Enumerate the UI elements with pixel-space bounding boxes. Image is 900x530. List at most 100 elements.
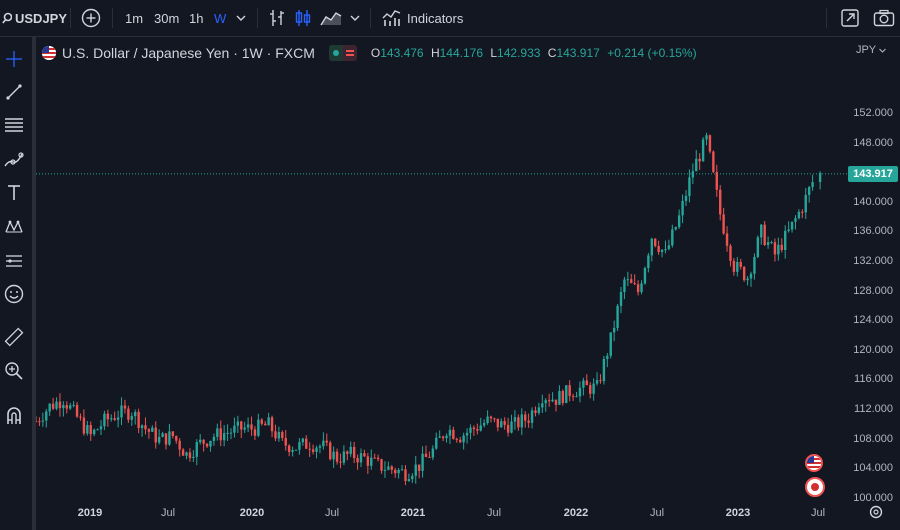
candle: [373, 453, 376, 459]
candle-body: [500, 421, 503, 428]
candle-body: [633, 283, 636, 285]
candle: [240, 420, 243, 439]
candle-body: [253, 429, 257, 436]
candle: [643, 266, 647, 285]
emoji-tool[interactable]: [0, 280, 28, 308]
candle-body: [595, 380, 599, 384]
crosshair-tool[interactable]: [0, 45, 28, 73]
brush-tool[interactable]: [0, 145, 28, 173]
candle: [58, 393, 62, 417]
candle: [86, 420, 89, 436]
zoom-tool[interactable]: [0, 357, 28, 385]
jp-flag-icon: [811, 483, 819, 491]
jp-event-marker[interactable]: [805, 477, 825, 497]
candle: [435, 432, 438, 450]
candle: [380, 458, 383, 474]
candle-body: [592, 383, 595, 394]
candle-body: [476, 429, 479, 431]
candle-body: [612, 327, 616, 333]
candle: [346, 450, 349, 461]
candle-body: [787, 229, 790, 231]
magnet-tool[interactable]: [0, 402, 28, 430]
candle: [339, 453, 342, 469]
horizontal-lines-icon: [5, 118, 23, 132]
price-axis[interactable]: JPY 152.000148.000144.000140.000136.0001…: [848, 37, 900, 507]
candle-body: [677, 215, 681, 228]
time-tick-label: Jul: [160, 507, 176, 519]
candle-body: [438, 436, 441, 438]
compare-add-button[interactable]: [81, 0, 101, 36]
candles-style-button[interactable]: [294, 0, 312, 36]
candle: [342, 445, 346, 466]
candle-body: [216, 428, 219, 437]
candle-body: [496, 418, 500, 428]
candle-body: [287, 445, 291, 452]
candle-body: [445, 435, 448, 439]
external-link-icon: [841, 9, 859, 27]
candle-body: [421, 453, 424, 471]
candle-body: [541, 403, 544, 408]
candle: [633, 274, 636, 286]
area-style-button[interactable]: [320, 0, 342, 36]
pattern-tool[interactable]: [0, 213, 28, 241]
price-tick-label: 132.000: [853, 255, 893, 267]
fullscreen-button[interactable]: [840, 0, 860, 36]
candle: [103, 410, 106, 431]
candle-body: [760, 224, 763, 238]
symbol-title[interactable]: U.S. Dollar / Japanese Yen · 1W · FXCM: [62, 45, 315, 61]
market-status-toggle[interactable]: [328, 45, 357, 61]
currency-selector[interactable]: JPY: [856, 44, 886, 56]
candle-body: [691, 171, 695, 178]
text-tool[interactable]: [0, 179, 28, 207]
candle: [811, 174, 814, 191]
bars-style-button[interactable]: [268, 0, 286, 36]
time-axis[interactable]: 2019 Jul 2020 Jul 2021 Jul 2022 Jul 2023 Jul: [36, 505, 848, 530]
symbol-search-button[interactable]: USDJPY: [2, 0, 67, 36]
fib-retracement-tool[interactable]: [0, 111, 28, 139]
drawing-toolbar: [0, 37, 36, 530]
snapshot-button[interactable]: [873, 0, 895, 36]
candle: [510, 414, 513, 434]
price-chart[interactable]: [36, 37, 900, 530]
indicators-button[interactable]: Indicators: [382, 0, 463, 36]
candle: [756, 235, 760, 259]
candle: [500, 418, 503, 428]
trend-line-tool[interactable]: [0, 78, 28, 106]
market-flag-icon: [342, 45, 357, 61]
interval-1h[interactable]: 1h: [189, 0, 203, 36]
interval-dropdown[interactable]: [236, 0, 246, 36]
candle: [188, 448, 192, 462]
interval-30m[interactable]: 30m: [154, 0, 179, 36]
us-event-marker[interactable]: [805, 454, 823, 472]
candle-body: [92, 429, 96, 435]
candle: [123, 399, 127, 414]
candle-body: [370, 457, 373, 466]
chart-settings-button[interactable]: [867, 503, 885, 521]
candle-body: [106, 413, 110, 420]
candle: [592, 378, 595, 401]
chart-type-dropdown[interactable]: [350, 0, 360, 36]
candle-body: [308, 448, 311, 450]
measure-tool[interactable]: [0, 323, 28, 351]
candle-body: [524, 414, 527, 421]
interval-w[interactable]: W: [214, 0, 226, 36]
forecast-icon: [6, 255, 22, 267]
forecast-tool[interactable]: [0, 247, 28, 275]
candle-body: [671, 229, 674, 246]
candle: [75, 401, 79, 418]
candle-body: [274, 431, 277, 439]
candle: [807, 185, 811, 203]
price-tick-label: 100.000: [853, 491, 893, 504]
candle-body: [356, 458, 359, 463]
candle-body: [428, 456, 431, 458]
candle-body: [315, 447, 318, 452]
chevron-down-icon: [350, 15, 360, 21]
candle: [185, 451, 188, 460]
candle: [305, 435, 308, 450]
candle: [209, 440, 212, 452]
interval-1m[interactable]: 1m: [125, 0, 143, 36]
candle: [260, 418, 263, 426]
candle-body: [380, 459, 383, 471]
candle-body: [72, 404, 75, 406]
candle: [640, 280, 643, 295]
